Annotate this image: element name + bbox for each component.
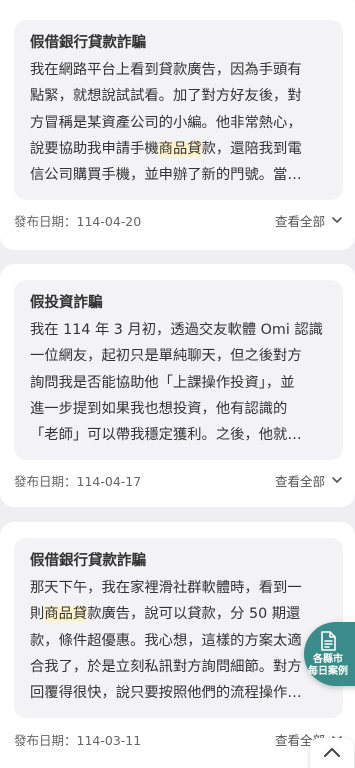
chevron-down-icon [332,477,342,483]
description-line: 回覆得很快，說只要按照他們的流程操作… [30,685,302,702]
case-feed: 假借銀行貸款詐騙 我在網路平台上看到貸款廣告，因為手頭有 點緊，就想說試試看。加了… [0,0,355,768]
description-line: 進一步提到如果我也想投資，他有認識的 [30,400,288,417]
publish-date: 發布日期：114-04-20 [14,213,142,229]
description-line: 點緊，就想說試試看。加了對方好友後，對 [30,88,302,105]
case-card-body[interactable]: 假借銀行貸款詐騙 我在網路平台上看到貸款廣告，因為手頭有 點緊，就想說試試看。加了… [14,20,343,201]
publish-date: 發布日期：114-03-11 [14,732,142,748]
view-all-label: 查看全部 [274,213,325,229]
description-line: 詢問我是否能協助他「上課操作投資」，並 [30,374,295,391]
case-description: 我在 114 年 3 月初，透過交友軟體 Omi 認識 一位網友，起初只是單純聊天… [30,317,329,448]
case-card-body[interactable]: 假投資詐騙 我在 114 年 3 月初，透過交友軟體 Omi 認識 一位網友，起初… [14,280,343,461]
case-meta: 發布日期：114-03-11 查看全部 [14,729,343,749]
fab-label-line1: 各縣市 [313,654,343,665]
case-meta: 發布日期：114-04-17 查看全部 [14,470,343,490]
case-title: 假借銀行貸款詐騙 [30,553,146,569]
chevron-up-icon [324,748,340,757]
scroll-to-top-button[interactable] [310,738,354,768]
description-line: 款，條件超優惠。我心想，這樣的方案太適 [30,632,302,649]
case-title: 假投資詐騙 [30,295,103,311]
description-line: 說要協助我申請手機商品貸款，還陪我到電 [30,140,302,157]
description-line: 合我了，於是立刻私訊對方詢問細節。對方 [30,658,302,675]
chevron-down-icon [332,217,342,223]
publish-date: 發布日期：114-04-17 [14,473,142,489]
description-line: 則商品貸款廣告，說可以貸款，分 50 期還 [30,606,301,623]
case-card: 假借銀行貸款詐騙 那天下午，我在家裡滑社群軟體時，看到一 則商品貸款廣告，說可以貸… [0,522,355,768]
document-icon [321,631,336,651]
view-all-button[interactable]: 查看全部 [275,211,343,230]
daily-cases-fab[interactable]: 各縣市 每日案例 [304,622,355,686]
view-all-button[interactable]: 查看全部 [275,471,343,490]
description-line: 那天下午，我在家裡滑社群軟體時，看到一 [30,580,302,596]
description-line: 「老師」可以帶我穩定獲利。之後，他就… [30,427,302,444]
fab-label-line2: 每日案例 [308,666,348,677]
description-line: 我在 114 年 3 月初，透過交友軟體 Omi 認識 [30,322,323,338]
fab-label: 各縣市 每日案例 [308,654,348,678]
description-line: 信公司購買手機，並申辦了新的門號。當… [30,167,302,184]
description-line: 一位網友，起初只是單純聊天，但之後對方 [30,348,302,365]
case-card: 假投資詐騙 我在 114 年 3 月初，透過交友軟體 Omi 認識 一位網友，起初… [0,264,355,507]
case-title: 假借銀行貸款詐騙 [30,35,146,51]
case-meta: 發布日期：114-04-20 查看全部 [14,210,343,230]
case-card-body[interactable]: 假借銀行貸款詐騙 那天下午，我在家裡滑社群軟體時，看到一 則商品貸款廣告，說可以貸… [14,538,343,719]
description-line: 方冒稱是某資產公司的小編。他非常熱心， [30,114,302,131]
case-description: 那天下午，我在家裡滑社群軟體時，看到一 則商品貸款廣告，說可以貸款，分 50 期還… [30,575,329,706]
view-all-label: 查看全部 [274,473,325,489]
case-card: 假借銀行貸款詐騙 我在網路平台上看到貸款廣告，因為手頭有 點緊，就想說試試看。加了… [0,0,355,250]
description-line: 我在網路平台上看到貸款廣告，因為手頭有 [30,62,302,78]
case-description: 我在網路平台上看到貸款廣告，因為手頭有 點緊，就想說試試看。加了對方好友後，對 方冒… [30,57,329,188]
keyword-highlight: 商品貸 [44,606,88,623]
keyword-highlight: 商品貸 [158,140,202,157]
